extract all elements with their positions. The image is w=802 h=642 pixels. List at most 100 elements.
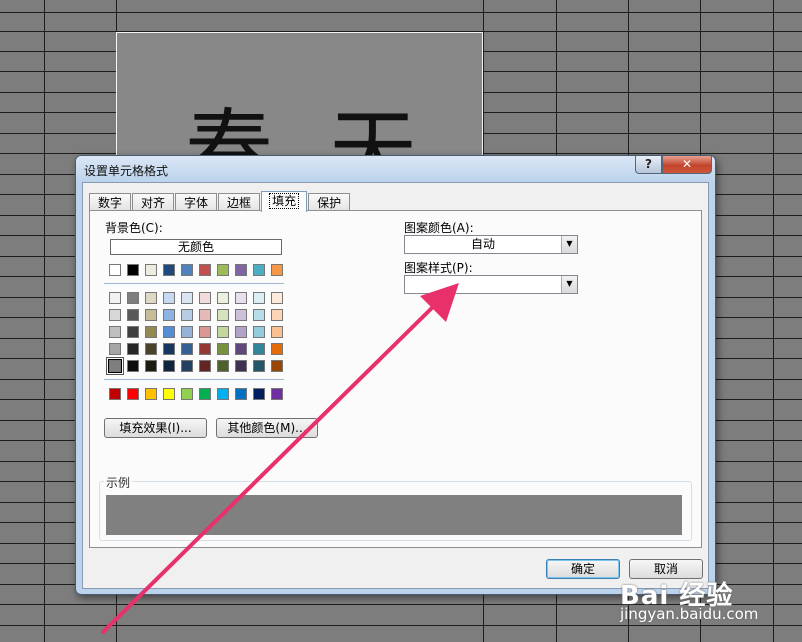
- color-swatch[interactable]: [127, 388, 139, 400]
- color-swatch[interactable]: [108, 359, 122, 373]
- color-swatch[interactable]: [235, 388, 247, 400]
- shade-row-2: [109, 309, 289, 321]
- color-swatch[interactable]: [109, 264, 121, 276]
- color-swatch[interactable]: [271, 343, 283, 355]
- color-swatch[interactable]: [109, 326, 121, 338]
- help-button[interactable]: ?: [635, 156, 662, 174]
- color-swatch[interactable]: [271, 264, 283, 276]
- color-swatch[interactable]: [271, 292, 283, 304]
- color-swatch[interactable]: [199, 388, 211, 400]
- color-swatch[interactable]: [181, 326, 193, 338]
- color-swatch[interactable]: [181, 292, 193, 304]
- dialog-body: 数字 对齐 字体 边框 填充 保护 背景色(C): 无颜色 填充效果(I)...…: [82, 182, 709, 589]
- color-swatch[interactable]: [145, 264, 157, 276]
- color-swatch[interactable]: [145, 360, 157, 372]
- color-swatch[interactable]: [253, 264, 265, 276]
- color-swatch[interactable]: [145, 326, 157, 338]
- shade-row-1: [109, 292, 289, 304]
- chevron-down-icon[interactable]: ▼: [561, 276, 577, 293]
- color-swatch[interactable]: [127, 264, 139, 276]
- color-swatch[interactable]: [217, 343, 229, 355]
- color-swatch[interactable]: [217, 326, 229, 338]
- shade-row-5: [108, 359, 289, 373]
- color-swatch[interactable]: [271, 326, 283, 338]
- color-swatch[interactable]: [163, 292, 175, 304]
- pattern-style-select[interactable]: ▼: [404, 275, 578, 294]
- color-swatch[interactable]: [181, 388, 193, 400]
- color-swatch[interactable]: [145, 309, 157, 321]
- color-swatch[interactable]: [109, 292, 121, 304]
- color-swatch[interactable]: [253, 309, 265, 321]
- close-button[interactable]: ✕: [662, 156, 712, 174]
- color-swatch[interactable]: [235, 326, 247, 338]
- color-swatch[interactable]: [181, 264, 193, 276]
- fill-panel: 背景色(C): 无颜色 填充效果(I)... 其他颜色(M)... 图案颜色(A…: [89, 210, 702, 548]
- color-swatch[interactable]: [127, 292, 139, 304]
- color-swatch[interactable]: [163, 343, 175, 355]
- color-swatch[interactable]: [145, 388, 157, 400]
- color-swatch[interactable]: [145, 343, 157, 355]
- color-swatch[interactable]: [163, 309, 175, 321]
- tab-number[interactable]: 数字: [89, 193, 132, 211]
- color-swatch[interactable]: [253, 360, 265, 372]
- tab-fill[interactable]: 填充: [261, 191, 308, 212]
- color-swatch[interactable]: [217, 360, 229, 372]
- color-swatch[interactable]: [199, 326, 211, 338]
- color-swatch[interactable]: [235, 264, 247, 276]
- color-swatch[interactable]: [253, 343, 265, 355]
- color-swatch[interactable]: [235, 309, 247, 321]
- color-swatch[interactable]: [217, 264, 229, 276]
- tab-border[interactable]: 边框: [218, 193, 261, 211]
- color-swatch[interactable]: [235, 360, 247, 372]
- sample-label: 示例: [104, 474, 133, 491]
- color-swatch[interactable]: [109, 388, 121, 400]
- color-swatch[interactable]: [163, 326, 175, 338]
- tab-protection[interactable]: 保护: [308, 193, 351, 211]
- baidu-jingyan-watermark: Bai 经验 jingyan.baidu.com: [612, 575, 802, 635]
- color-swatch[interactable]: [217, 388, 229, 400]
- color-swatch[interactable]: [145, 292, 157, 304]
- color-swatch[interactable]: [127, 326, 139, 338]
- color-swatch[interactable]: [181, 343, 193, 355]
- color-swatch[interactable]: [181, 360, 193, 372]
- color-swatch[interactable]: [109, 309, 121, 321]
- color-swatch[interactable]: [271, 309, 283, 321]
- color-swatch[interactable]: [163, 388, 175, 400]
- ok-button[interactable]: 确定: [546, 559, 620, 579]
- color-swatch[interactable]: [199, 360, 211, 372]
- tab-alignment[interactable]: 对齐: [132, 193, 175, 211]
- chevron-down-icon[interactable]: ▼: [561, 236, 577, 253]
- pattern-style-label: 图案样式(P):: [404, 261, 473, 275]
- pattern-color-select[interactable]: 自动 ▼: [404, 235, 578, 254]
- color-swatch[interactable]: [163, 264, 175, 276]
- tab-fill-label: 填充: [269, 193, 300, 209]
- tab-font[interactable]: 字体: [175, 193, 218, 211]
- color-swatch[interactable]: [217, 292, 229, 304]
- color-swatch[interactable]: [235, 292, 247, 304]
- color-swatch[interactable]: [199, 264, 211, 276]
- color-swatch[interactable]: [199, 309, 211, 321]
- color-swatch[interactable]: [253, 292, 265, 304]
- fill-effects-button[interactable]: 填充效果(I)...: [104, 418, 207, 438]
- color-swatch[interactable]: [271, 360, 283, 372]
- no-color-button[interactable]: 无颜色: [110, 239, 282, 255]
- color-swatch[interactable]: [127, 309, 139, 321]
- color-swatch[interactable]: [253, 388, 265, 400]
- color-swatch[interactable]: [253, 326, 265, 338]
- dialog-titlebar[interactable]: 设置单元格格式 ? ✕: [76, 156, 715, 182]
- color-swatch[interactable]: [199, 292, 211, 304]
- pattern-color-label: 图案颜色(A):: [404, 221, 474, 235]
- color-swatch[interactable]: [127, 343, 139, 355]
- dialog-title: 设置单元格格式: [84, 164, 169, 178]
- more-colors-button[interactable]: 其他颜色(M)...: [216, 418, 318, 438]
- color-swatch[interactable]: [199, 343, 211, 355]
- format-cells-dialog: 设置单元格格式 ? ✕ 数字 对齐 字体 边框 填充 保护 背景色(C): 无颜…: [75, 155, 716, 595]
- color-swatch[interactable]: [109, 343, 121, 355]
- color-swatch[interactable]: [127, 360, 139, 372]
- color-swatch[interactable]: [235, 343, 247, 355]
- color-swatch[interactable]: [163, 360, 175, 372]
- color-swatch[interactable]: [181, 309, 193, 321]
- theme-colors-row: [109, 264, 289, 276]
- color-swatch[interactable]: [271, 388, 283, 400]
- color-swatch[interactable]: [217, 309, 229, 321]
